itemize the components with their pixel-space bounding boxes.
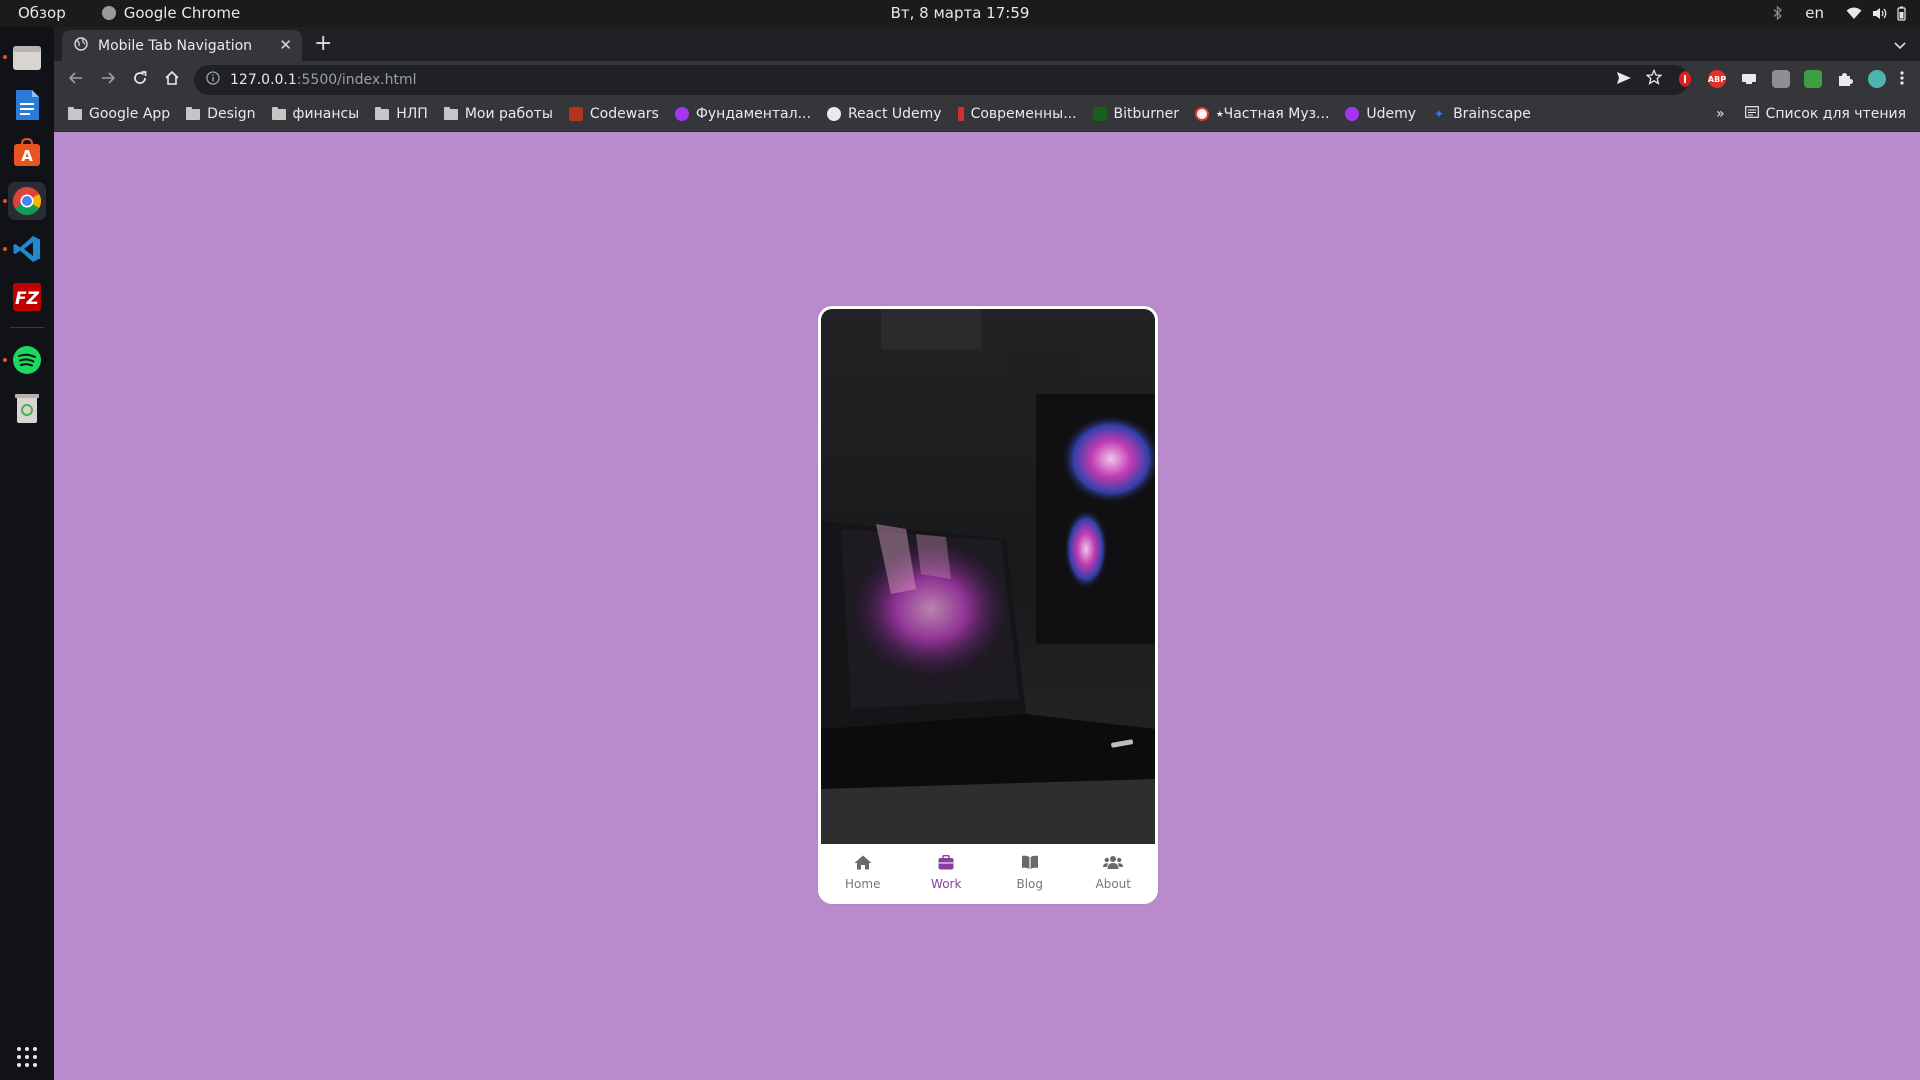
browser-tab[interactable]: Mobile Tab Navigation ✕	[62, 30, 302, 61]
filezilla-app-icon[interactable]: FZ	[8, 278, 46, 316]
battery-icon	[1897, 6, 1906, 21]
cast-extension-icon[interactable]	[1740, 70, 1758, 88]
bookmark-codewars[interactable]: Codewars	[568, 106, 659, 122]
extension-gray-icon[interactable]	[1772, 70, 1790, 88]
bookmark-fundamentals[interactable]: Фундаментал...	[674, 106, 811, 122]
bookmarks-bar: Google App Design финансы НЛП Мои работы…	[54, 98, 1920, 132]
tab-title: Mobile Tab Navigation	[98, 37, 253, 54]
home-icon	[854, 855, 872, 873]
adblock-extension-icon[interactable]	[1676, 70, 1694, 88]
codewars-icon	[568, 107, 583, 121]
users-icon	[1103, 855, 1124, 873]
js-icon	[957, 107, 964, 121]
folder-icon	[443, 106, 458, 120]
tab-strip: Mobile Tab Navigation ✕ +	[54, 27, 1920, 61]
volume-icon	[1872, 7, 1887, 20]
folder-icon	[375, 106, 390, 120]
page-viewport: Home Work Blog About	[54, 132, 1920, 1080]
system-top-bar: Обзор Google Chrome Вт, 8 марта 17:59 en	[0, 0, 1920, 27]
book-icon	[1021, 855, 1039, 873]
dock: A FZ	[0, 27, 54, 1080]
tab-work[interactable]: Work	[905, 844, 989, 901]
bookmark-bitburner[interactable]: Bitburner	[1092, 106, 1179, 122]
bottom-tab-bar: Home Work Blog About	[821, 844, 1155, 901]
chrome-menu-icon[interactable]	[1900, 70, 1904, 89]
more-bookmarks-button[interactable]: »	[1716, 106, 1725, 122]
extension-green-icon[interactable]	[1804, 70, 1822, 88]
udemy-icon	[674, 107, 689, 121]
tab-blog-label: Blog	[1016, 876, 1044, 891]
folder-icon	[68, 106, 82, 120]
work-image	[821, 309, 1155, 844]
reading-list-button[interactable]: Список для чтения	[1744, 106, 1906, 122]
bluetooth-icon	[1773, 6, 1783, 20]
send-icon[interactable]	[1616, 70, 1632, 89]
dock-separator	[10, 327, 44, 328]
writer-app-icon[interactable]	[8, 86, 46, 124]
tab-blog[interactable]: Blog	[988, 844, 1072, 901]
phone-frame: Home Work Blog About	[818, 306, 1158, 904]
tab-about-label: About	[1095, 876, 1131, 891]
bookmark-star-icon[interactable]	[1645, 68, 1663, 89]
extensions-puzzle-icon[interactable]	[1836, 70, 1854, 88]
vscode-app-icon[interactable]	[8, 230, 46, 268]
back-arrow-icon[interactable]	[68, 70, 84, 90]
reload-icon[interactable]	[132, 70, 148, 90]
software-center-icon[interactable]: A	[8, 134, 46, 172]
abp-extension-icon[interactable]: ABP	[1708, 70, 1726, 88]
trash-app-icon[interactable]	[8, 389, 46, 427]
tab-home-label: Home	[845, 876, 881, 891]
bookmark-brainscape[interactable]: ✦ Brainscape	[1432, 106, 1531, 122]
wifi-icon	[1846, 7, 1862, 20]
running-indicator	[3, 55, 7, 59]
browser-toolbar: 127.0.0.1 :5500/index.html ABP	[54, 61, 1920, 98]
folder-icon	[186, 106, 201, 120]
bookmark-my-works[interactable]: Мои работы	[443, 106, 553, 122]
show-applications-button[interactable]	[8, 1038, 46, 1076]
url-host: 127.0.0.1	[230, 72, 297, 88]
spotify-app-icon[interactable]	[8, 341, 46, 379]
bookmark-nlp[interactable]: НЛП	[375, 106, 428, 122]
tab-search-chevron-icon[interactable]	[1894, 35, 1906, 54]
bookmark-udemy[interactable]: Udemy	[1345, 106, 1416, 122]
close-icon[interactable]: ✕	[279, 36, 292, 54]
music-icon	[1195, 107, 1210, 121]
running-indicator	[3, 199, 7, 203]
browser-window: Mobile Tab Navigation ✕ + 127.0.0.1 :550…	[54, 27, 1920, 132]
globe-icon	[74, 36, 88, 55]
running-indicator	[3, 247, 7, 251]
address-bar[interactable]: 127.0.0.1 :5500/index.html	[194, 65, 1689, 95]
tab-about[interactable]: About	[1072, 844, 1156, 901]
tab-home[interactable]: Home	[821, 844, 905, 901]
url-path: :5500/index.html	[296, 72, 417, 88]
globe-icon	[826, 107, 841, 121]
clock[interactable]: Вт, 8 марта 17:59	[0, 4, 1920, 22]
keyboard-layout-indicator[interactable]: en	[1805, 4, 1824, 22]
files-app-icon[interactable]	[8, 38, 46, 76]
bookmark-design[interactable]: Design	[186, 106, 256, 122]
profile-avatar[interactable]	[1868, 70, 1886, 88]
bookmark-react-udemy[interactable]: React Udemy	[826, 106, 942, 122]
system-status-menu[interactable]	[1846, 6, 1906, 21]
tab-work-label: Work	[931, 876, 962, 891]
svg-text:A: A	[21, 147, 33, 165]
bitburner-icon	[1092, 107, 1107, 121]
svg-text:FZ: FZ	[15, 289, 40, 309]
forward-arrow-icon[interactable]	[100, 70, 116, 90]
folder-icon	[271, 106, 286, 120]
home-icon[interactable]	[164, 70, 180, 90]
new-tab-button[interactable]: +	[314, 33, 332, 55]
briefcase-icon	[938, 854, 954, 873]
udemy-icon	[1345, 107, 1360, 121]
chrome-app-icon[interactable]	[8, 182, 46, 220]
info-icon[interactable]	[206, 71, 220, 89]
bookmark-modern-js[interactable]: Современны...	[957, 106, 1077, 122]
running-indicator	[3, 358, 7, 362]
reading-list-icon	[1744, 106, 1759, 122]
bookmark-google-app[interactable]: Google App	[68, 106, 170, 122]
brainscape-icon: ✦	[1434, 107, 1445, 121]
bookmark-finance[interactable]: финансы	[271, 106, 359, 122]
bookmark-private-music[interactable]: ⭑Частная Муз...	[1195, 106, 1329, 122]
